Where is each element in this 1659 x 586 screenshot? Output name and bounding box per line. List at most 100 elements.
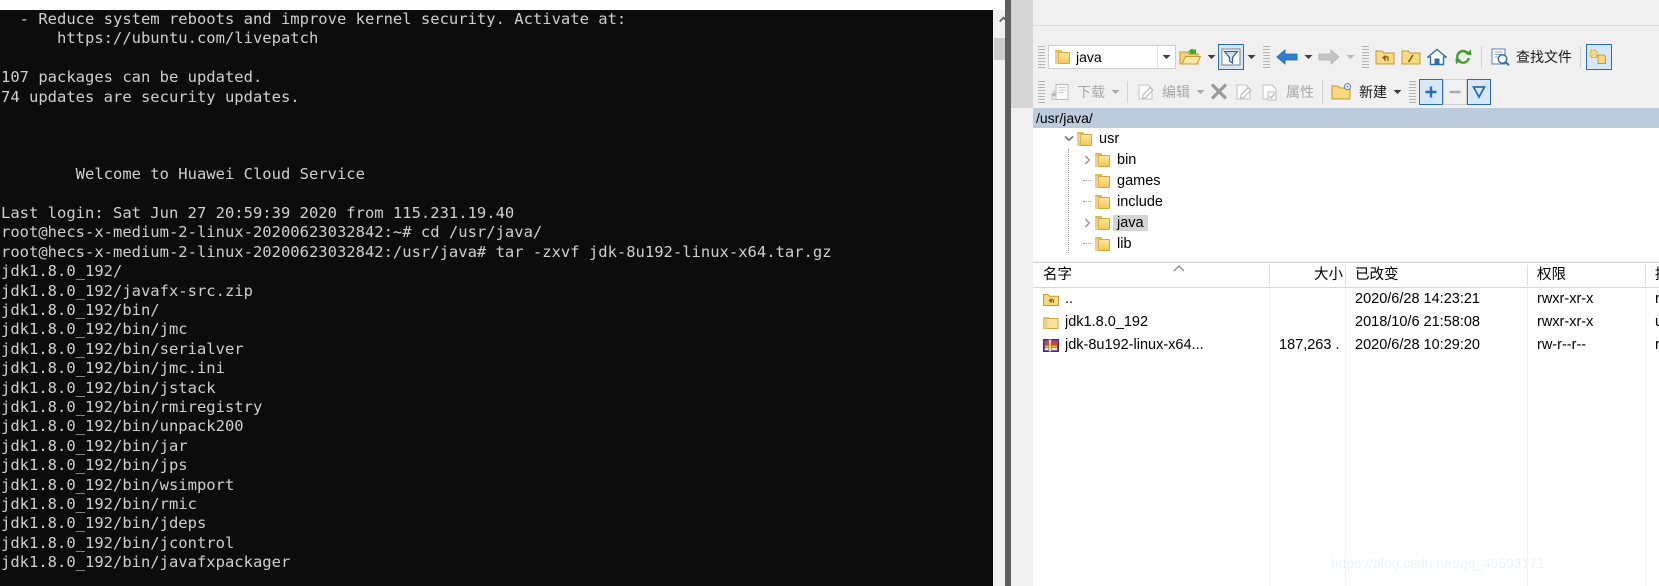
tree-item-label: lib xyxy=(1117,235,1132,252)
edit-label: 编辑 xyxy=(1162,84,1190,100)
column-divider[interactable] xyxy=(1645,265,1646,286)
terminal-line: 74 updates are security updates. xyxy=(1,87,300,106)
find-file-button[interactable] xyxy=(1487,44,1513,70)
folder-icon xyxy=(1095,152,1111,167)
toolbar-divider xyxy=(1033,25,1659,26)
toolbar2-grip-2[interactable] xyxy=(1409,81,1416,103)
tree-guide-line xyxy=(1068,149,1069,253)
location-combobox[interactable]: java xyxy=(1048,45,1176,69)
archive-file-icon xyxy=(1043,338,1059,353)
chevron-down-icon[interactable] xyxy=(1157,46,1175,68)
filter-dropdown-icon[interactable] xyxy=(1244,45,1258,69)
root-directory-button[interactable] xyxy=(1398,44,1424,70)
file-row[interactable]: .. 2020/6/28 14:23:21 rwxr-xr-x roo xyxy=(1033,288,1659,311)
terminal-line: Last login: Sat Jun 27 20:59:39 2020 fro… xyxy=(1,203,515,222)
file-owner-cell: roo xyxy=(1655,337,1659,353)
open-folder-button[interactable] xyxy=(1176,44,1204,70)
terminal-line: jdk1.8.0_192/bin/jstack xyxy=(1,378,216,397)
file-list-rows[interactable]: .. 2020/6/28 14:23:21 rwxr-xr-x roo jdk1.8.0… xyxy=(1033,288,1659,357)
terminal-line: root@hecs-x-medium-2-linux-2020062303284… xyxy=(1,223,543,242)
terminal-line: - Reduce system reboots and improve kern… xyxy=(1,10,627,28)
tree-item-lib[interactable]: lib xyxy=(1033,233,1659,254)
column-header-3[interactable]: 权限 xyxy=(1537,263,1643,288)
select-filter-button[interactable] xyxy=(1467,79,1491,105)
tree-item-include[interactable]: include xyxy=(1033,191,1659,212)
tree-item-java[interactable]: java xyxy=(1033,212,1659,233)
file-name-cell[interactable]: .. xyxy=(1043,288,1269,311)
terminal-line: jdk1.8.0_192/bin/rmiregistry xyxy=(1,398,263,417)
filter-button[interactable] xyxy=(1218,44,1244,70)
tree-item-label: java xyxy=(1113,214,1148,231)
open-folder-dropdown-icon[interactable] xyxy=(1204,45,1218,69)
back-dropdown-icon[interactable] xyxy=(1301,45,1315,69)
file-changed-cell: 2020/6/28 14:23:21 xyxy=(1355,291,1480,307)
tree-item-label: games xyxy=(1117,172,1161,189)
folder-icon xyxy=(1043,315,1059,330)
new-folder-button[interactable] xyxy=(1328,79,1356,105)
path-bar[interactable]: /usr/java/ xyxy=(1011,108,1659,128)
tree-item-games[interactable]: games xyxy=(1033,170,1659,191)
folder-icon xyxy=(1055,50,1071,64)
find-file-label[interactable]: 查找文件 xyxy=(1513,47,1575,67)
refresh-button[interactable] xyxy=(1450,44,1476,70)
directory-tree[interactable]: usr bin games include java lib xyxy=(1033,128,1659,261)
tree-item-label: usr xyxy=(1099,130,1120,147)
column-header-2[interactable]: 已改变 xyxy=(1355,263,1525,288)
column-header-1[interactable]: 大小 xyxy=(1279,263,1343,288)
column-header-0[interactable]: 名字 xyxy=(1043,263,1267,288)
new-label[interactable]: 新建 xyxy=(1356,82,1390,102)
toolbar-grip-3[interactable] xyxy=(1362,46,1369,68)
column-divider[interactable] xyxy=(1269,265,1270,286)
terminal-line: root@hecs-x-medium-2-linux-2020062303284… xyxy=(1,242,832,261)
select-add-button[interactable] xyxy=(1419,79,1443,105)
sort-ascending-icon xyxy=(1173,264,1185,274)
file-size-cell: 187,263 ... xyxy=(1279,337,1339,353)
file-list-header[interactable]: 名字大小已改变权限拥有 xyxy=(1033,263,1659,288)
file-permissions-cell: rwxr-xr-x xyxy=(1537,314,1594,330)
toolbar-separator xyxy=(1481,46,1482,68)
terminal-output[interactable]: - Reduce system reboots and improve kern… xyxy=(0,10,993,586)
properties-icon-button xyxy=(1257,79,1283,105)
file-row[interactable]: jdk-8u192-linux-x64... 187,263 ... 2020/6/… xyxy=(1033,334,1659,357)
edit-button xyxy=(1133,79,1159,105)
terminal-line: jdk1.8.0_192/bin/jar xyxy=(1,436,188,455)
toolbar-grip[interactable] xyxy=(1038,46,1045,68)
download-dropdown-icon xyxy=(1108,80,1122,104)
terminal-line: jdk1.8.0_192/bin/unpack200 xyxy=(1,417,244,436)
folder-icon xyxy=(1095,215,1111,230)
toolbar-separator-2 xyxy=(1580,46,1581,68)
column-header-4[interactable]: 拥有 xyxy=(1655,263,1659,288)
toolbar2-grip[interactable] xyxy=(1038,81,1045,103)
tree-guide-dash-icon xyxy=(1079,194,1095,210)
terminal-line: 107 packages can be updated. xyxy=(1,68,263,87)
synchronize-browsing-button[interactable] xyxy=(1586,44,1612,70)
column-divider[interactable] xyxy=(1345,265,1346,286)
terminal-line: jdk1.8.0_192/bin/jcontrol xyxy=(1,533,235,552)
toolbar-left-strip xyxy=(1011,38,1033,76)
new-dropdown-icon[interactable] xyxy=(1390,80,1404,104)
tree-guide-dash-icon xyxy=(1079,173,1095,189)
watermark: https://blog.csdn.net/qq_40693171 xyxy=(1331,556,1545,571)
properties-label: 属性 xyxy=(1286,84,1314,100)
delete-button xyxy=(1207,79,1231,105)
parent-directory-button[interactable] xyxy=(1372,44,1398,70)
chevron-right-icon[interactable] xyxy=(1079,152,1095,168)
file-row[interactable]: jdk1.8.0_192 2018/10/6 21:58:08 rwxr-xr-x u… xyxy=(1033,311,1659,334)
tree-item-bin[interactable]: bin xyxy=(1033,149,1659,170)
terminal-line: https://ubuntu.com/livepatch xyxy=(1,29,319,48)
column-divider[interactable] xyxy=(1527,265,1528,286)
chevron-right-icon[interactable] xyxy=(1079,215,1095,231)
home-button[interactable] xyxy=(1424,44,1450,70)
chevron-down-icon[interactable] xyxy=(1061,131,1077,147)
tree-item-usr[interactable]: usr xyxy=(1033,128,1659,149)
file-list[interactable]: 名字大小已改变权限拥有 .. 2020/6/28 14:23:21 rwxr-xr-… xyxy=(1033,263,1659,586)
file-name-cell[interactable]: jdk1.8.0_192 xyxy=(1043,311,1269,334)
back-button[interactable] xyxy=(1273,44,1301,70)
terminal-line: jdk1.8.0_192/bin/ xyxy=(1,301,160,320)
location-combobox-value: java xyxy=(1076,49,1102,65)
file-size-cell xyxy=(1279,288,1339,311)
toolbar-grip-2[interactable] xyxy=(1263,46,1270,68)
file-name-cell[interactable]: jdk-8u192-linux-x64... xyxy=(1043,334,1269,357)
screen-root: - Reduce system reboots and improve kern… xyxy=(0,0,1659,586)
